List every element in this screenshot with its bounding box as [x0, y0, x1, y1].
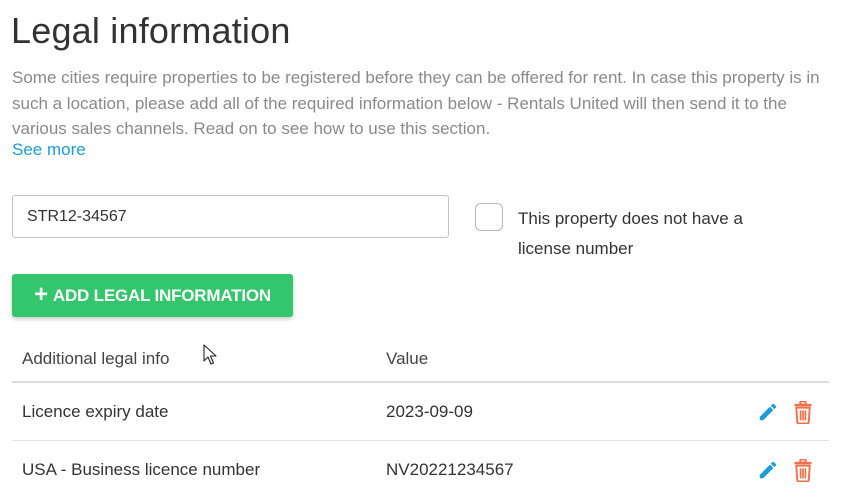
row-value: NV20221234567 — [386, 460, 514, 479]
no-license-checkbox[interactable] — [475, 203, 503, 231]
pencil-icon[interactable] — [756, 458, 780, 482]
table-row: USA - Business licence number NV20221234… — [12, 441, 829, 499]
header-additional-legal-info: Additional legal info — [22, 349, 170, 368]
license-number-input[interactable] — [12, 195, 449, 238]
row-actions — [756, 400, 815, 424]
pencil-icon[interactable] — [756, 400, 780, 424]
header-value: Value — [386, 349, 429, 368]
add-button-label: ADD LEGAL INFORMATION — [52, 285, 271, 305]
see-more-link[interactable]: See more — [12, 140, 86, 160]
row-info: Licence expiry date — [22, 402, 169, 421]
table-row: Licence expiry date 2023-09-09 — [12, 383, 829, 441]
page-description: Some cities require properties to be reg… — [12, 68, 820, 138]
trash-icon[interactable] — [791, 400, 815, 424]
mouse-cursor-icon — [203, 344, 217, 365]
trash-icon[interactable] — [791, 458, 815, 482]
plus-icon: + — [34, 280, 48, 308]
row-actions — [756, 458, 815, 482]
table-header: Additional legal info Value — [12, 338, 829, 383]
no-license-label: This property does not have a license nu… — [518, 209, 743, 258]
page-title: Legal information — [11, 10, 291, 51]
legal-info-table: Additional legal info Value Licence expi… — [12, 338, 829, 499]
row-info: USA - Business licence number — [22, 460, 261, 479]
add-legal-information-button[interactable]: + ADD LEGAL INFORMATION — [12, 274, 293, 317]
row-value: 2023-09-09 — [386, 402, 473, 421]
